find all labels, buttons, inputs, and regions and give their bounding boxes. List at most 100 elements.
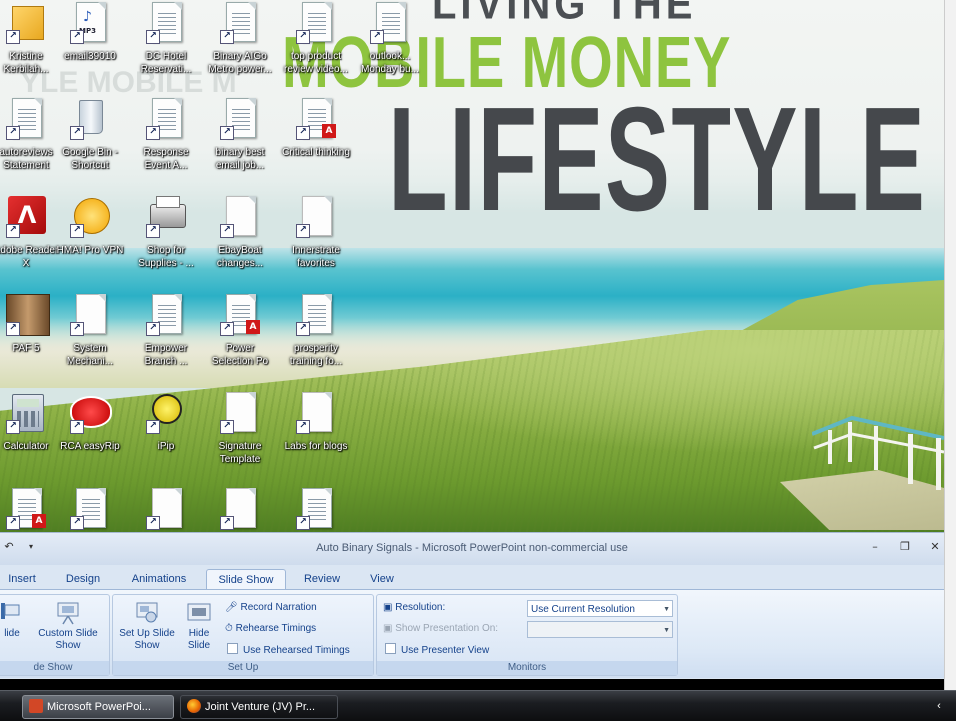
custom-slide-show-button[interactable]: Custom Slide Show xyxy=(33,601,103,652)
desktop-icon[interactable]: ↗ xyxy=(278,484,354,532)
slideshow-icon xyxy=(0,601,25,625)
desktop-icon[interactable]: ↗ EbayBoat changes... xyxy=(202,192,278,286)
text-file-icon: ↗ xyxy=(218,194,262,240)
desktop-icon-label: Power Selection Po xyxy=(211,343,269,367)
desktop-icon[interactable]: ↗ Signature Template xyxy=(202,388,278,482)
pdf-icon: A ↗ xyxy=(218,292,262,338)
desktop-icon[interactable]: ↗ System Mechani... xyxy=(52,290,128,384)
shortcut-arrow-icon: ↗ xyxy=(296,224,310,238)
desktop-icon-label: top product review video... xyxy=(284,51,348,75)
folder-icon: ↗ xyxy=(4,0,48,46)
desktop-icon-label: Innerstrate favorites xyxy=(292,245,340,269)
recycle-bin-icon: ↗ xyxy=(68,96,112,142)
use-presenter-view-checkbox[interactable]: Use Presenter View xyxy=(385,643,489,658)
desktop-icon-label: Shop for Supplies - ... xyxy=(138,245,194,269)
desktop-icon-label: outlook... Monday bu... xyxy=(361,51,419,75)
desktop-icon[interactable]: ↗ DC Hotel Reservati... xyxy=(128,0,204,92)
timer-icon: ⏱︎ xyxy=(225,623,236,634)
close-button[interactable]: ✕ xyxy=(926,539,944,555)
shortcut-arrow-icon: ↗ xyxy=(296,30,310,44)
pdf-icon: A ↗ xyxy=(4,486,48,532)
desktop-icon-label: RCA easyRip xyxy=(60,441,120,452)
desktop-icon-label: iPip xyxy=(157,441,175,452)
desktop-icon[interactable]: ↗ iPip xyxy=(128,388,204,482)
desktop-icon[interactable]: ↗ Binary AIGo Metro power... xyxy=(202,0,278,92)
group-label-monitors: Monitors xyxy=(377,661,677,675)
hide-slide-button[interactable]: Hide Slide xyxy=(181,601,217,652)
shortcut-arrow-icon: ↗ xyxy=(70,516,84,530)
set-up-slide-show-button[interactable]: Set Up Slide Show xyxy=(115,601,179,652)
group-start-slide-show: lide Custom Slide Show de Show xyxy=(0,594,110,676)
desktop-icon[interactable]: ↗ xyxy=(202,484,278,532)
shortcut-arrow-icon: ↗ xyxy=(6,126,20,140)
desktop-icon[interactable]: ♪ MP3 ↗ email39010 xyxy=(52,0,128,92)
shortcut-arrow-icon: ↗ xyxy=(70,322,84,336)
show-presentation-on-dropdown[interactable]: ▼ xyxy=(527,621,673,638)
desktop-icon[interactable]: ↗ binary best email job... xyxy=(202,94,278,188)
desktop-icon[interactable]: ↗ Shop for Supplies - ... xyxy=(128,192,204,286)
rehearse-timings-label: Rehearse Timings xyxy=(235,623,317,634)
shortcut-arrow-icon: ↗ xyxy=(70,420,84,434)
tray-icon[interactable]: ‹ xyxy=(932,695,946,717)
tab-slide-show[interactable]: Slide Show xyxy=(206,569,286,590)
desktop-icon[interactable]: ↗ xyxy=(128,484,204,532)
desktop-icon-label: HMA! Pro VPN xyxy=(56,245,124,256)
vertical-scrollbar[interactable] xyxy=(944,0,956,690)
powerpoint-window: ↶ ▾ Auto Binary Signals - Microsoft Powe… xyxy=(0,532,944,679)
desktop-icon[interactable]: A ↗ Power Selection Po xyxy=(202,290,278,384)
desktop-icon[interactable]: ↗ Labs for blogs xyxy=(278,388,354,482)
tab-view[interactable]: View xyxy=(360,569,404,589)
ribbon-tabs: Insert Design Animations Slide Show Revi… xyxy=(0,565,944,590)
tab-design[interactable]: Design xyxy=(56,569,110,589)
taskbar-item-powerpoint[interactable]: Microsoft PowerPoi... xyxy=(22,695,174,719)
pdf-icon: A ↗ xyxy=(294,96,338,142)
shortcut-arrow-icon: ↗ xyxy=(296,516,310,530)
document-icon: ↗ xyxy=(294,0,338,46)
desktop-icon[interactable]: A ↗ Critical thinking xyxy=(278,94,354,188)
microphone-icon: 🎤︎ xyxy=(225,602,241,613)
hide-slide-icon xyxy=(186,601,212,625)
shortcut-arrow-icon: ↗ xyxy=(296,126,310,140)
text-file-icon: ↗ xyxy=(144,486,188,532)
taskbar-item-firefox[interactable]: Joint Venture (JV) Pr... xyxy=(180,695,338,719)
rehearse-timings-button[interactable]: ⏱︎ Rehearse Timings xyxy=(225,622,316,636)
tab-review[interactable]: Review xyxy=(296,569,348,589)
from-slide-button[interactable]: lide xyxy=(0,601,27,640)
shortcut-arrow-icon: ↗ xyxy=(146,420,160,434)
desktop-icon[interactable]: ↗ Response Event A... xyxy=(128,94,204,188)
use-rehearsed-timings-checkbox[interactable]: Use Rehearsed Timings xyxy=(227,643,350,658)
desktop-icon[interactable]: ↗ prosperity training fo... xyxy=(278,290,354,384)
chevron-down-icon: ▼ xyxy=(663,627,670,634)
monitor-icon: ▣ xyxy=(383,623,396,634)
desktop-icon[interactable]: ↗ Innerstrate favorites xyxy=(278,192,354,286)
text-file-icon: ↗ xyxy=(218,390,262,436)
shortcut-arrow-icon: ↗ xyxy=(6,30,20,44)
use-rehearsed-timings-label: Use Rehearsed Timings xyxy=(243,645,350,656)
desktop-icon[interactable]: ↗ Empower Branch ... xyxy=(128,290,204,384)
checkbox-icon xyxy=(227,643,238,654)
shortcut-arrow-icon: ↗ xyxy=(220,30,234,44)
record-narration-button[interactable]: 🎤︎ Record Narration xyxy=(225,601,317,615)
desktop-icon-label: prosperity training fo... xyxy=(289,343,343,367)
desktop-icon-label: Empower Branch ... xyxy=(144,343,188,367)
maximize-button[interactable]: ❐ xyxy=(896,539,914,555)
shortcut-arrow-icon: ↗ xyxy=(146,224,160,238)
desktop-icon[interactable]: ↗ xyxy=(52,484,128,532)
mp3-file-icon: ♪ MP3 ↗ xyxy=(68,0,112,46)
minimize-button[interactable]: – xyxy=(866,539,884,555)
desktop-icon[interactable]: ↗ Google Bin - Shortcut xyxy=(52,94,128,188)
shortcut-arrow-icon: ↗ xyxy=(70,30,84,44)
resolution-label-row: ▣ Resolution: xyxy=(383,601,445,615)
desktop-icon[interactable]: ↗ RCA easyRip xyxy=(52,388,128,482)
custom-slide-show-label: Custom Slide Show xyxy=(38,628,98,651)
checkbox-icon xyxy=(385,643,396,654)
resolution-dropdown[interactable]: Use Current Resolution ▼ xyxy=(527,600,673,617)
desktop-icon[interactable]: ↗ top product review video... xyxy=(278,0,354,92)
tab-insert[interactable]: Insert xyxy=(0,569,44,589)
desktop-icon[interactable]: ↗ HMA! Pro VPN xyxy=(52,192,128,286)
desktop-icon-label: binary best email job... xyxy=(215,147,265,171)
tab-animations[interactable]: Animations xyxy=(124,569,194,589)
firefox-icon xyxy=(187,699,201,713)
shortcut-arrow-icon: ↗ xyxy=(146,30,160,44)
desktop-icon[interactable]: ↗ outlook... Monday bu... xyxy=(352,0,428,92)
